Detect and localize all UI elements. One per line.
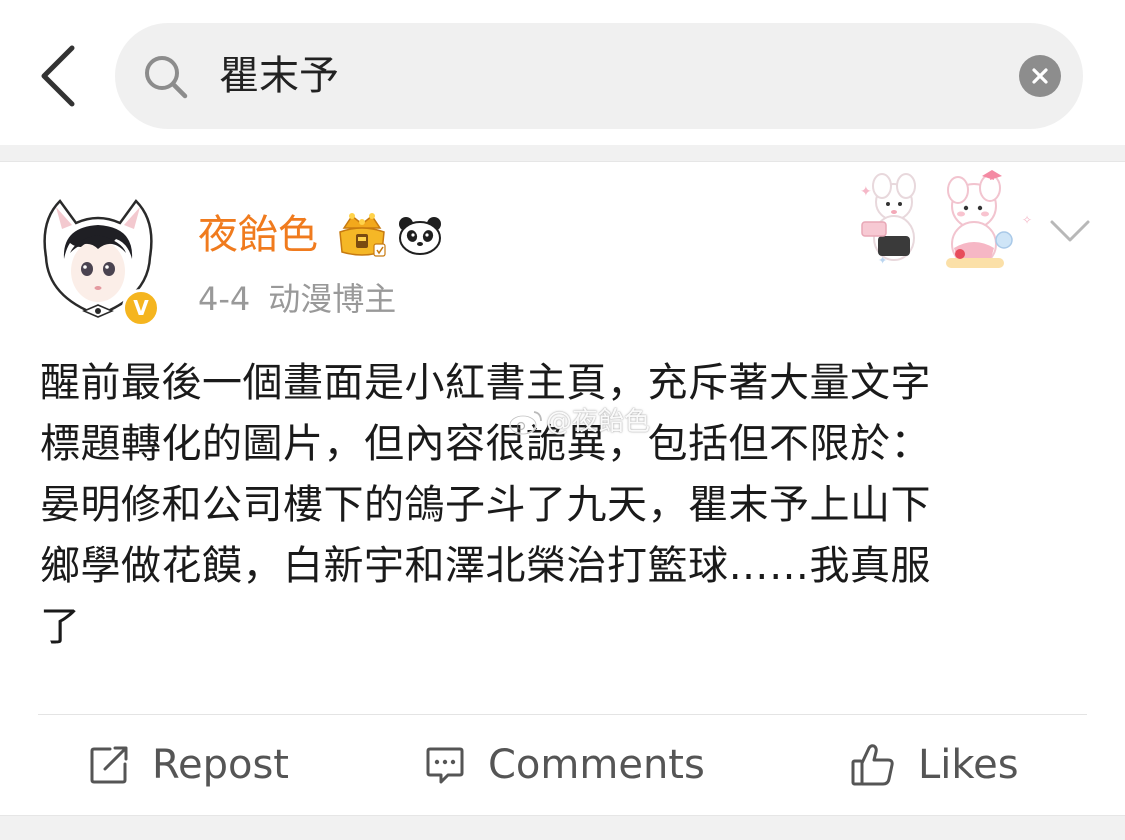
panda-badge-icon[interactable] xyxy=(397,214,443,256)
clear-icon xyxy=(1032,68,1048,84)
post-text-line: 鄉學做花饃，白新宇和澤北榮治打籃球……我真服 xyxy=(40,543,931,589)
repost-label: Repost xyxy=(152,742,289,788)
chevron-down-icon xyxy=(1050,220,1090,242)
weibo-search-result-page: 瞿末予 V 夜飴色 4-4 动漫博主 ✦ ✧ ✦ 醒前最後一個畫面是小紅書主頁，… xyxy=(0,0,1125,840)
crown-badge-icon[interactable] xyxy=(334,210,390,260)
search-icon xyxy=(145,56,188,99)
back-arrow-icon xyxy=(41,45,75,107)
post-meta: 4-4 动漫博主 xyxy=(198,277,396,321)
post-text: 醒前最後一個畫面是小紅書主頁，充斥著大量文字 標題轉化的圖片，但內容很詭異，包括… xyxy=(40,353,1090,658)
weibo-logo-icon xyxy=(509,411,542,435)
repost-button[interactable]: Repost xyxy=(88,730,289,800)
svg-text:✧: ✧ xyxy=(1022,213,1032,227)
watermark-text: @夜飴色 xyxy=(546,407,651,437)
post-more-button[interactable] xyxy=(1046,210,1094,250)
back-button[interactable] xyxy=(30,40,86,112)
comment-icon xyxy=(426,747,464,784)
comments-button[interactable]: Comments xyxy=(424,730,705,800)
image-watermark: @夜飴色 xyxy=(508,405,650,439)
post-text-line: 晏明修和公司樓下的鴿子斗了九天，瞿末予上山下 xyxy=(40,482,931,528)
like-icon xyxy=(851,744,894,786)
search-query-text[interactable]: 瞿末予 xyxy=(219,23,339,129)
post-text-line: 了 xyxy=(40,604,81,650)
search-input[interactable]: 瞿末予 xyxy=(115,23,1083,129)
author-name[interactable]: 夜飴色 xyxy=(198,207,318,263)
author-tag: 动漫博主 xyxy=(268,280,397,318)
post-date: 4-4 xyxy=(198,280,251,318)
repost-icon xyxy=(90,746,128,784)
search-header: 瞿末予 xyxy=(0,0,1125,145)
likes-button[interactable]: Likes xyxy=(850,730,1019,800)
decoration-sticker: ✦ ✧ ✦ xyxy=(860,170,1032,268)
verified-badge: V xyxy=(122,289,160,327)
svg-text:✦: ✦ xyxy=(860,184,872,200)
likes-label: Likes xyxy=(918,742,1019,788)
clear-search-button[interactable] xyxy=(1019,55,1061,97)
section-separator xyxy=(0,145,1125,162)
comments-label: Comments xyxy=(488,742,705,788)
section-separator-bottom xyxy=(0,815,1125,840)
action-divider xyxy=(38,714,1087,715)
verified-badge-label: V xyxy=(133,296,149,320)
